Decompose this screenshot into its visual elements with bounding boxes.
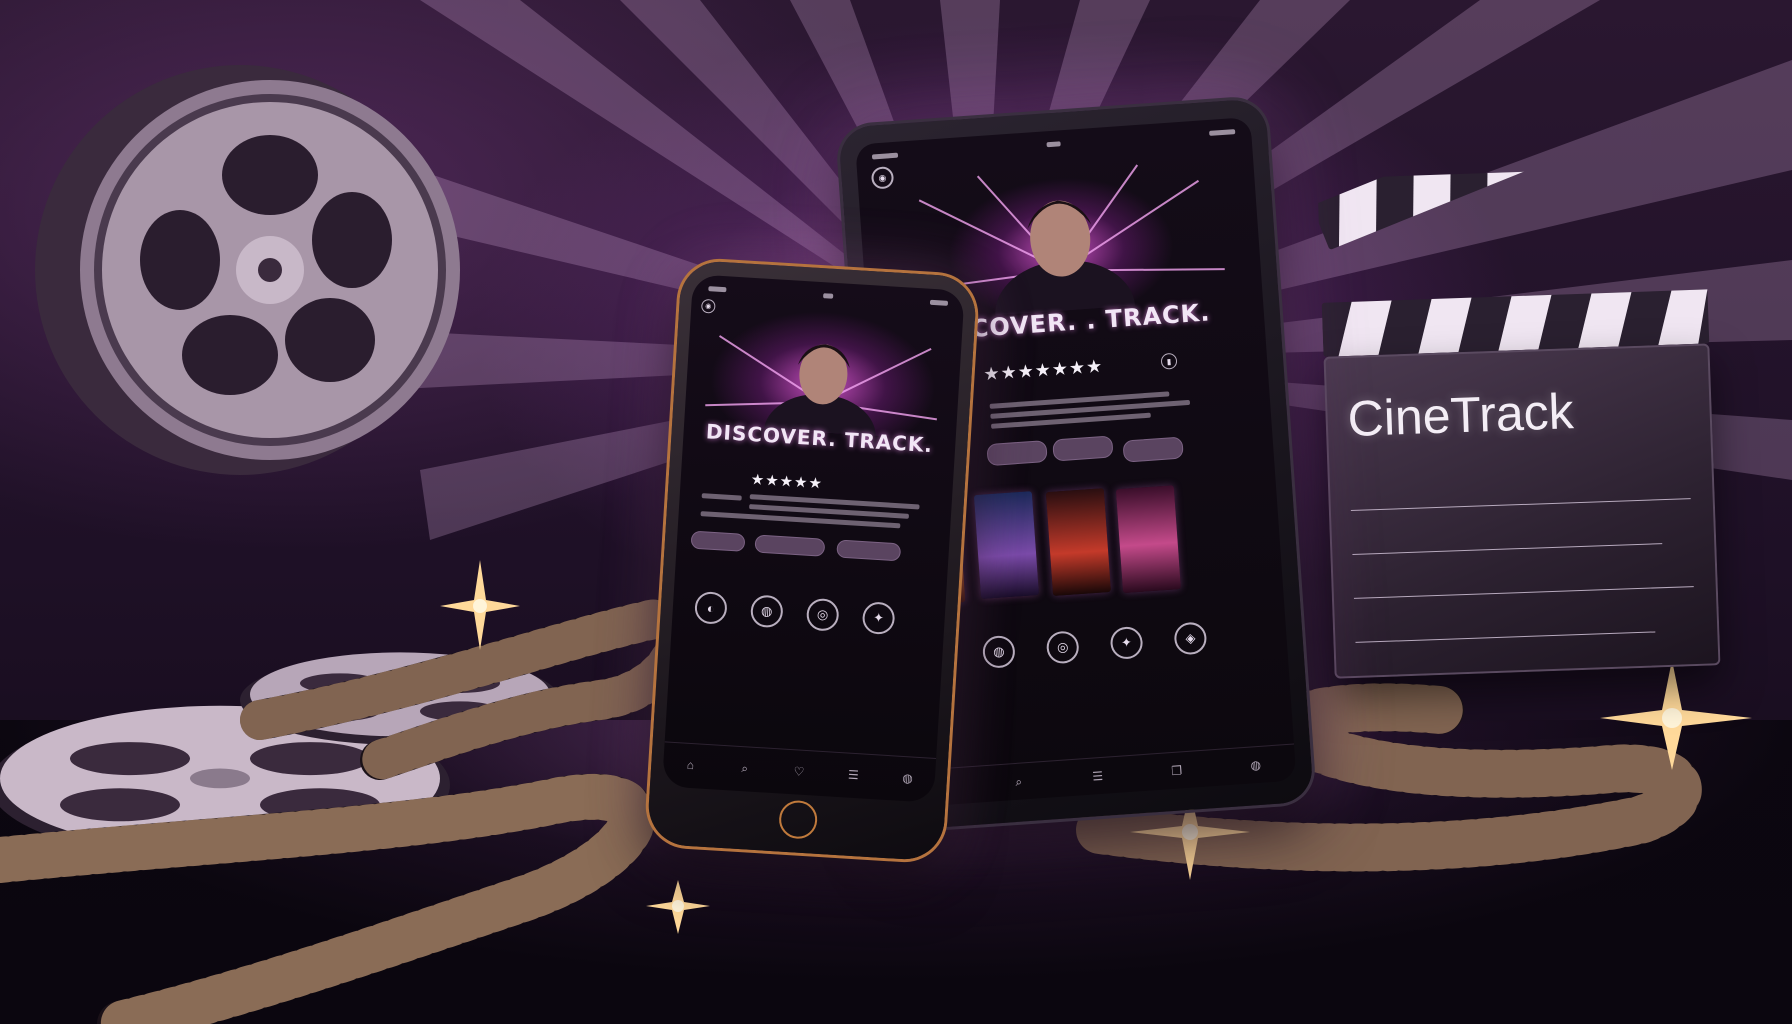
- category-icon[interactable]: ◎: [805, 597, 840, 632]
- promo-scene: CineTrack ◉: [0, 0, 1792, 1024]
- list-icon[interactable]: ☰: [838, 767, 869, 785]
- phone-device: ◉ DISCOVER. TRACK. ★★★★★: [646, 259, 978, 862]
- category-label: [744, 630, 784, 632]
- profile-icon[interactable]: ◍: [1240, 757, 1271, 773]
- action-button-3[interactable]: [836, 539, 902, 562]
- profile-icon[interactable]: ◍: [892, 770, 923, 788]
- description-line: [701, 493, 742, 501]
- search-icon[interactable]: ⌕: [729, 760, 760, 779]
- nav-label: [784, 780, 814, 782]
- category-label: [1042, 666, 1082, 669]
- home-button[interactable]: [778, 799, 819, 840]
- category-icon[interactable]: ◍: [749, 594, 784, 629]
- brand-title: CineTrack: [1346, 383, 1575, 448]
- film-reel-icon: [35, 65, 460, 475]
- category-icon[interactable]: ✦: [1109, 625, 1144, 660]
- nav-label: [892, 786, 922, 788]
- action-button-2[interactable]: [1052, 435, 1114, 462]
- action-button-1[interactable]: [986, 440, 1048, 467]
- clapperboard: CineTrack: [1317, 165, 1722, 679]
- tablet-bottom-nav: ⌂ ⌕ ☰ ❐ ◍: [898, 743, 1297, 809]
- search-icon[interactable]: ⌕: [1003, 773, 1034, 790]
- rating-stars: ★★★★★: [750, 471, 824, 493]
- phone-screen: ◉ DISCOVER. TRACK. ★★★★★: [661, 274, 965, 803]
- category-label: [1170, 657, 1210, 660]
- clapper-stick: [1317, 165, 1691, 250]
- category-icon[interactable]: ◍: [981, 634, 1016, 669]
- category-label: [688, 627, 728, 629]
- category-icon[interactable]: ◈: [1173, 621, 1208, 656]
- category-icon[interactable]: ◐: [693, 590, 728, 625]
- action-button-1[interactable]: [690, 530, 746, 552]
- bookmark-icon[interactable]: ▮: [1160, 352, 1178, 370]
- category-icon[interactable]: ✦: [861, 601, 896, 636]
- bookmark-icon[interactable]: ❐: [1161, 763, 1192, 779]
- status-bar: [708, 283, 949, 308]
- list-icon[interactable]: ☰: [1082, 768, 1113, 784]
- movie-poster[interactable]: [1115, 485, 1181, 594]
- movie-poster[interactable]: [973, 491, 1040, 599]
- category-label: [800, 633, 840, 635]
- nav-label: [729, 777, 759, 779]
- category-label: [978, 671, 1018, 674]
- action-button-3[interactable]: [1122, 436, 1184, 463]
- nav-label: [675, 773, 705, 775]
- category-label: [1106, 662, 1146, 665]
- phone-bottom-nav: ⌂ ⌕ ♡ ☰ ◍: [661, 741, 937, 803]
- category-label: [855, 637, 895, 639]
- action-button-2[interactable]: [754, 534, 826, 557]
- nav-label: [838, 783, 868, 785]
- category-icon[interactable]: ◎: [1045, 630, 1080, 665]
- home-icon[interactable]: ⌂: [675, 757, 706, 775]
- rating-stars: ★★★★★★★: [982, 355, 1104, 385]
- heart-icon[interactable]: ♡: [784, 764, 815, 782]
- movie-poster[interactable]: [1045, 488, 1111, 596]
